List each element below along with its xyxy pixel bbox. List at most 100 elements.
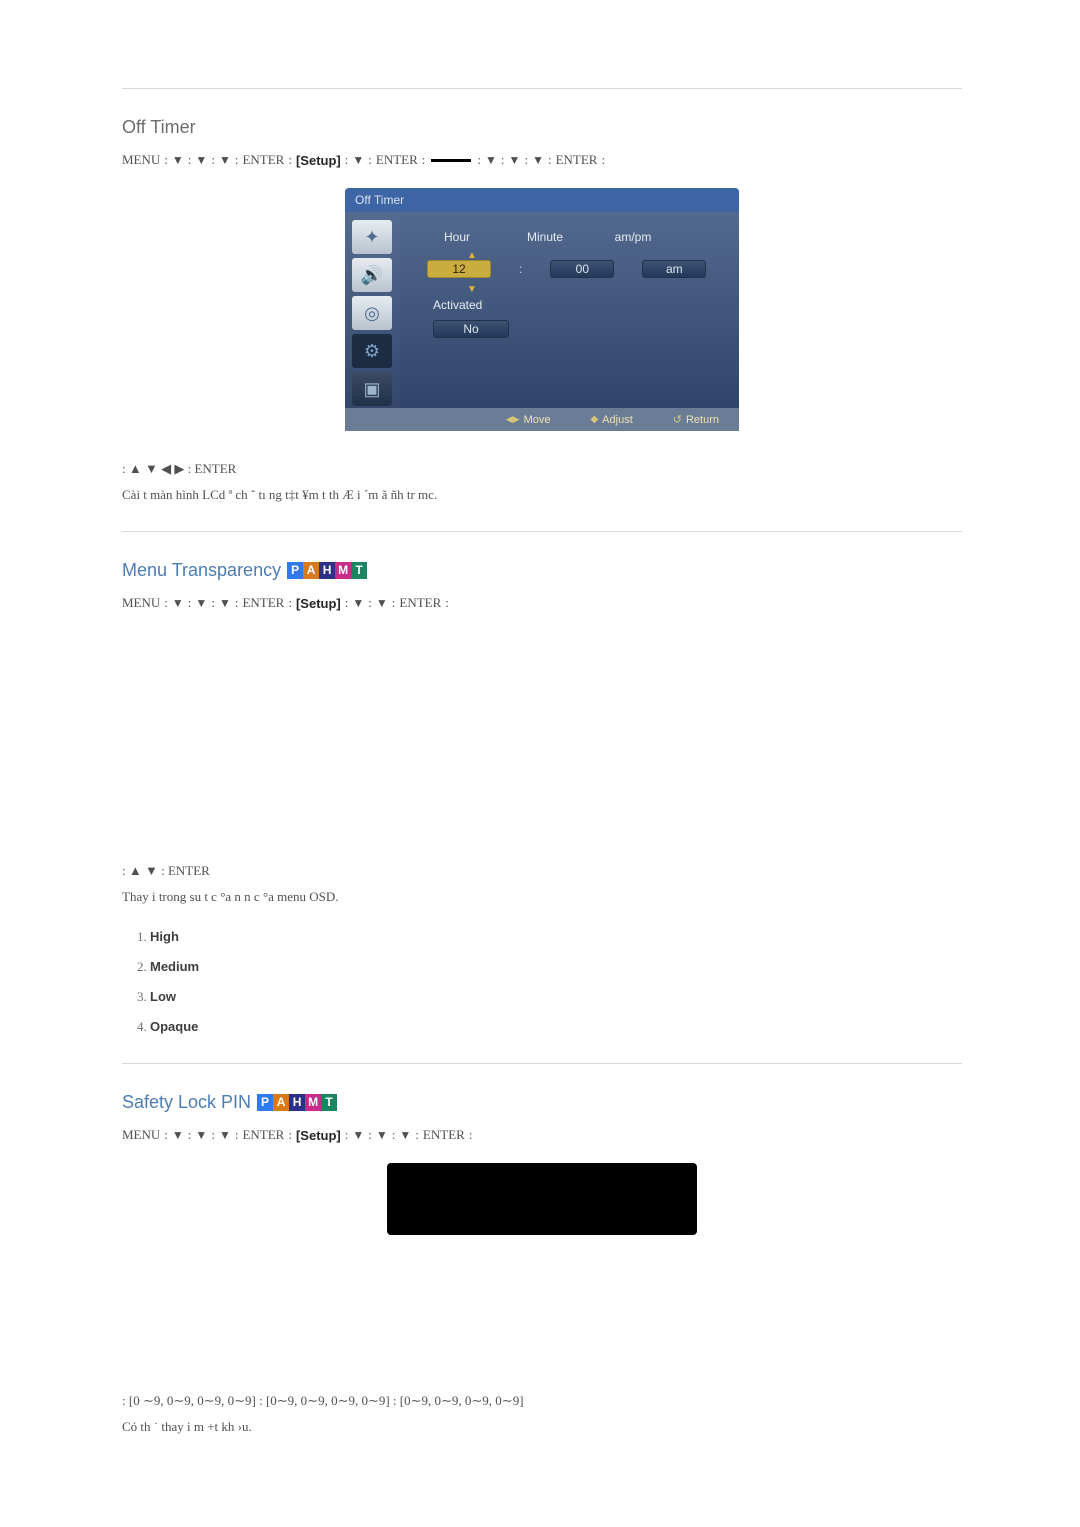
osd-icon-sound[interactable]: 🔊 <box>352 258 392 292</box>
osd-ampm-label: am/pm <box>603 230 663 244</box>
osd-ampm-value[interactable]: am <box>642 260 706 278</box>
safety-lock-desc: Có th ˙ thay i m +t kh ›u. <box>122 1419 962 1435</box>
osd-bottom-bar: Move Adjust Return <box>345 408 739 431</box>
colon: : <box>345 595 349 611</box>
down-arrow-icon: ▼ <box>172 153 184 168</box>
colon: : <box>477 152 481 168</box>
pahmt-m: M <box>335 562 351 579</box>
transparency-options: High Medium Low Opaque <box>150 929 962 1035</box>
colon: : <box>288 1127 292 1143</box>
pahmt-m: M <box>305 1094 321 1111</box>
down-arrow-icon: ▼ <box>352 596 364 611</box>
colon: : <box>368 152 372 168</box>
pahmt-t: T <box>321 1094 337 1111</box>
osd-minute-label: Minute <box>515 230 575 244</box>
safety-lock-pin-line: : [0 ∼9, 0∼9, 0∼9, 0∼9] : [0∼9, 0∼9, 0∼9… <box>122 1393 962 1409</box>
off-timer-control-line: : ▲ ▼ ◀ ▶ : ENTER <box>122 461 962 477</box>
enter-label: ENTER <box>242 595 284 611</box>
pin-entry-box <box>122 1163 962 1235</box>
down-arrow-icon: ▼ <box>449 286 495 294</box>
off-timer-osd: Off Timer ✦ 🔊 ◎ ⚙ ▣ Hour Minute am/pm <box>122 188 962 431</box>
osd-title: Off Timer <box>345 188 739 212</box>
menu-transparency-title-text: Menu Transparency <box>122 560 281 581</box>
enter-label: ENTER <box>399 595 441 611</box>
colon: : <box>501 152 505 168</box>
osd-icon-input[interactable]: ▣ <box>352 372 392 406</box>
pahmt-p: P <box>287 562 303 579</box>
down-arrow-icon: ▼ <box>376 596 388 611</box>
osd-activated-label: Activated <box>433 298 717 312</box>
osd-return-hint: Return <box>673 413 719 426</box>
down-arrow-icon: ▼ <box>399 1128 411 1143</box>
option-low: Low <box>150 989 962 1005</box>
menu-transparency-control-line: : ▲ ▼ : ENTER <box>122 863 962 879</box>
enter-label: ENTER <box>556 152 598 168</box>
colon: : <box>235 595 239 611</box>
down-arrow-icon: ▼ <box>195 1128 207 1143</box>
colon: : <box>235 1127 239 1143</box>
pahmt-a: A <box>303 562 319 579</box>
menu-label: MENU <box>122 152 160 168</box>
colon: : <box>188 595 192 611</box>
option-high: High <box>150 929 962 945</box>
pahmt-p: P <box>257 1094 273 1111</box>
colon: : <box>548 152 552 168</box>
enter-label: ENTER <box>423 1127 465 1143</box>
down-arrow-icon: ▼ <box>376 1128 388 1143</box>
bar-icon <box>431 159 471 162</box>
colon: : <box>415 1127 419 1143</box>
pin-entry-display[interactable] <box>387 1163 697 1235</box>
colon: : <box>601 152 605 168</box>
osd-move-hint: Move <box>506 413 551 426</box>
safety-lock-path: MENU : ▼ : ▼ : ▼ : ENTER : [Setup] : ▼ :… <box>122 1127 962 1143</box>
enter-label: ENTER <box>242 152 284 168</box>
down-arrow-icon: ▼ <box>172 1128 184 1143</box>
colon: : <box>524 152 528 168</box>
menu-transparency-heading: Menu Transparency P A H M T <box>122 560 962 581</box>
down-arrow-icon: ▼ <box>195 153 207 168</box>
pahmt-t: T <box>351 562 367 579</box>
down-arrow-icon: ▼ <box>352 153 364 168</box>
off-timer-heading: Off Timer <box>122 117 962 138</box>
colon: : <box>345 1127 349 1143</box>
down-arrow-icon: ▼ <box>195 596 207 611</box>
colon: : <box>345 152 349 168</box>
menu-transparency-path: MENU : ▼ : ▼ : ▼ : ENTER : [Setup] : ▼ :… <box>122 595 962 611</box>
osd-adjust-hint: Adjust <box>590 413 632 426</box>
down-arrow-icon: ▼ <box>485 153 497 168</box>
option-medium: Medium <box>150 959 962 975</box>
down-arrow-icon: ▼ <box>172 596 184 611</box>
colon: : <box>211 595 215 611</box>
colon: : <box>368 1127 372 1143</box>
off-timer-desc: Cài t màn hình LCd ª ch ˜ tı ng t‡t ¥m t… <box>122 487 962 503</box>
pahmt-h: H <box>289 1094 305 1111</box>
colon: : <box>288 595 292 611</box>
colon: : <box>445 595 449 611</box>
off-timer-menu-path: MENU : ▼ : ▼ : ▼ : ENTER : [Setup] : ▼ :… <box>122 152 962 168</box>
colon: : <box>164 152 168 168</box>
option-opaque: Opaque <box>150 1019 962 1035</box>
colon: : <box>164 1127 168 1143</box>
down-arrow-icon: ▼ <box>532 153 544 168</box>
osd-hour-value[interactable]: 12 <box>427 260 491 278</box>
colon: : <box>211 1127 215 1143</box>
menu-transparency-desc: Thay i trong su t c °a n n c °a menu OSD… <box>122 889 962 905</box>
down-arrow-icon: ▼ <box>509 153 521 168</box>
colon: : <box>288 152 292 168</box>
setup-label: [Setup] <box>296 153 341 168</box>
osd-minute-value[interactable]: 00 <box>550 260 614 278</box>
osd-icon-settings[interactable]: ⚙ <box>352 334 392 368</box>
osd-activated-value[interactable]: No <box>433 320 509 338</box>
down-arrow-icon: ▼ <box>352 1128 364 1143</box>
colon: : <box>188 152 192 168</box>
colon: : <box>211 152 215 168</box>
osd-hour-label: Hour <box>427 230 487 244</box>
colon: : <box>188 1127 192 1143</box>
osd-icon-other[interactable]: ◎ <box>352 296 392 330</box>
menu-label: MENU <box>122 1127 160 1143</box>
osd-icon-picture[interactable]: ✦ <box>352 220 392 254</box>
pahmt-h: H <box>319 562 335 579</box>
colon: : <box>164 595 168 611</box>
setup-label: [Setup] <box>296 596 341 611</box>
divider <box>122 88 962 89</box>
